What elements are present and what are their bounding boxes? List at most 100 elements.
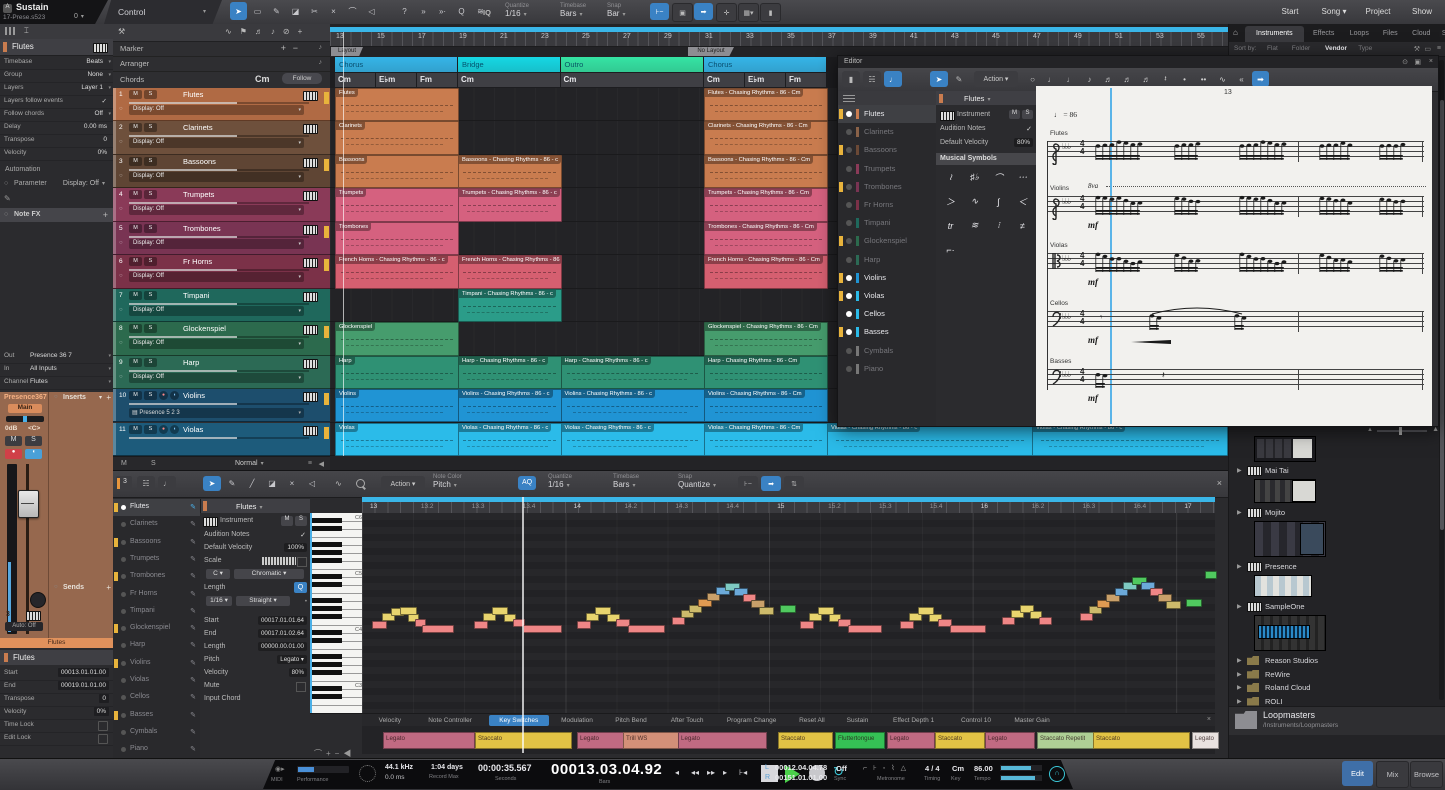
pencil-icon[interactable]: ✎ — [190, 607, 196, 615]
pr-track-violins[interactable]: Violins ✎ — [113, 655, 200, 672]
mute-tool-icon[interactable]: × — [325, 2, 342, 20]
visibility-dot[interactable] — [846, 311, 852, 318]
note-value-button-4[interactable]: ♬ — [1100, 71, 1117, 87]
view-button-browse[interactable]: Browse — [1410, 761, 1443, 788]
plugin-thumbnail[interactable] — [1258, 625, 1310, 639]
default-velocity-row[interactable]: Default Velocity 80% — [936, 137, 1036, 150]
action-dropdown[interactable]: Action ▾ — [381, 476, 425, 491]
plugin-thumbnail[interactable] — [1254, 436, 1316, 462]
io-row-channel[interactable]: Channel Flutes ▾ — [0, 376, 113, 390]
controller-tab-master-gain[interactable]: Master Gain — [1004, 715, 1060, 726]
solo-button[interactable]: S — [25, 436, 42, 446]
mute-button[interactable]: M — [5, 436, 22, 446]
mute-button[interactable]: M — [129, 223, 142, 233]
power-icon[interactable]: ○ — [4, 211, 8, 218]
symbol-1[interactable]: ♯♭ — [964, 167, 985, 188]
black-key[interactable] — [312, 694, 342, 699]
midi-note[interactable] — [800, 621, 814, 629]
keyswitch-trill-ws[interactable]: Trill WS — [623, 732, 679, 749]
pr-track-flutes[interactable]: Flutes ✎ — [113, 499, 200, 516]
layout-tag[interactable]: Layout — [331, 47, 363, 56]
audition-check-icon[interactable]: ✓ — [1026, 125, 1032, 133]
symbol-7[interactable]: ＜ — [1012, 191, 1033, 212]
plugin-thumbnail[interactable] — [1254, 575, 1312, 597]
midi-note[interactable] — [372, 621, 387, 629]
lane-solo[interactable]: S — [151, 460, 156, 467]
black-key[interactable] — [312, 558, 342, 563]
controller-tab-program-change[interactable]: Program Change — [717, 715, 786, 726]
chord-block-5[interactable]: Cm — [704, 73, 744, 87]
home-icon[interactable]: ⌂ — [1233, 28, 1238, 37]
score-editor-icon[interactable]: ♩ — [884, 71, 902, 87]
range-tool-icon[interactable]: ▭ — [249, 2, 266, 20]
power-icon[interactable]: ○ — [119, 340, 123, 346]
controller-tab-note-controller[interactable]: Note Controller — [414, 715, 487, 726]
symbol-9[interactable]: ≋ — [964, 215, 985, 236]
editor-track-cymbals[interactable]: Cymbals — [838, 342, 936, 360]
display-dropdown[interactable]: Display: Off ▾ — [129, 105, 304, 115]
symbol-11[interactable]: ≠ — [1012, 215, 1033, 236]
pencil-icon[interactable]: ✎ — [190, 520, 196, 528]
browser-entry-mojito[interactable]: ▶ Mojito — [1229, 506, 1445, 519]
close-icon[interactable]: × — [1429, 58, 1433, 65]
editor-track-fr-horns[interactable]: Fr Horns — [838, 196, 936, 214]
scrollbar-thumb[interactable] — [1439, 100, 1444, 530]
sync-value[interactable]: Off — [836, 764, 847, 773]
keyswitch-legato[interactable]: Legato — [577, 732, 624, 749]
black-key[interactable] — [312, 614, 342, 619]
snap-group[interactable]: Snap Quantize — [678, 474, 716, 489]
visibility-dot[interactable] — [846, 147, 852, 154]
controller-tab-reset-all[interactable]: Reset All — [788, 715, 836, 726]
timebase-group[interactable]: Timebase Bars — [560, 3, 586, 18]
channel-name[interactable]: Presence367 — [4, 394, 47, 401]
visibility-dot[interactable] — [846, 256, 852, 263]
clip[interactable]: French Horns - Chasing Rhythms - 86 - c — [335, 255, 459, 289]
visibility-dot[interactable] — [846, 183, 852, 190]
control-tab[interactable]: Control ▾ — [104, 0, 222, 24]
power-icon[interactable]: ○ — [119, 173, 123, 179]
pr-track-trombones[interactable]: Trombones ✎ — [113, 568, 200, 585]
power-icon[interactable]: ○ — [119, 374, 123, 380]
clip[interactable]: Harp - Chasing Rhythms - 86 - c — [560, 355, 705, 390]
arranger-music-icon[interactable]: ♪ — [319, 59, 323, 66]
browser-tab-files[interactable]: Files — [1375, 26, 1406, 42]
instrument-row[interactable]: Instrument M S — [936, 109, 1036, 122]
pencil-icon[interactable]: ✎ — [190, 555, 196, 563]
editor-track-violas[interactable]: Violas — [838, 287, 936, 305]
instrument-dropdown[interactable]: ▤ Presence 5 2 3 ▾ — [129, 408, 304, 419]
note-value-button-9[interactable]: •• — [1195, 71, 1212, 87]
visibility-dot[interactable] — [121, 729, 126, 735]
editor-track-cellos[interactable]: Cellos — [838, 305, 936, 323]
symbol-3[interactable]: ⋯ — [1012, 167, 1033, 188]
pencil-icon[interactable]: ✎ — [190, 728, 196, 736]
lane-mode-dropdown[interactable]: Normal — [235, 460, 264, 467]
link-chip[interactable]: 3 — [116, 476, 132, 491]
visibility-dot[interactable] — [121, 556, 126, 562]
browser-folder-reason-studios[interactable]: ▶ Reason Studios — [1229, 654, 1445, 667]
event-row-velocity[interactable]: Velocity 0% — [0, 706, 113, 720]
browser-entry-presence[interactable]: ▶ Presence — [1229, 560, 1445, 573]
clip[interactable]: Violas — [335, 422, 459, 456]
keyswitch-legato[interactable]: Legato — [383, 732, 475, 749]
check-icon[interactable]: ✓ — [300, 531, 306, 539]
prev-marker-button[interactable]: ◂ — [675, 768, 679, 777]
event-row-start[interactable]: Start 00013.01.01.00 — [0, 667, 113, 681]
display-dropdown[interactable]: Display: Off ▾ — [129, 372, 304, 383]
solo-button[interactable]: S — [144, 190, 157, 200]
expand-icon[interactable]: ▶ — [1237, 563, 1242, 570]
song-tab[interactable]: A Sustain 17-Prese.s523 0 — [0, 0, 108, 24]
pan-slider[interactable] — [6, 416, 44, 422]
visibility-dot[interactable] — [846, 202, 852, 208]
quantize-length-button[interactable]: Q — [294, 582, 307, 593]
checkbox[interactable] — [297, 557, 307, 567]
wrench-icon[interactable]: ⚒ — [1414, 45, 1420, 53]
symbol-12[interactable]: ⌐· — [940, 239, 961, 260]
grid-row[interactable]: 1/16 ▾ Straight ▾ • — [200, 595, 310, 608]
io-row-out[interactable]: Out Presence 36 7 ▾ — [0, 350, 113, 364]
vzoom-icon[interactable]: ⇅ — [784, 476, 804, 491]
power-icon[interactable]: ○ — [119, 206, 123, 212]
keyboard-icon[interactable] — [303, 325, 318, 336]
note-value-button-6[interactable]: ♬ — [1138, 71, 1155, 87]
loop-toggle[interactable]: ▣ — [672, 3, 693, 22]
pr-track-trumpets[interactable]: Trumpets ✎ — [113, 551, 200, 568]
